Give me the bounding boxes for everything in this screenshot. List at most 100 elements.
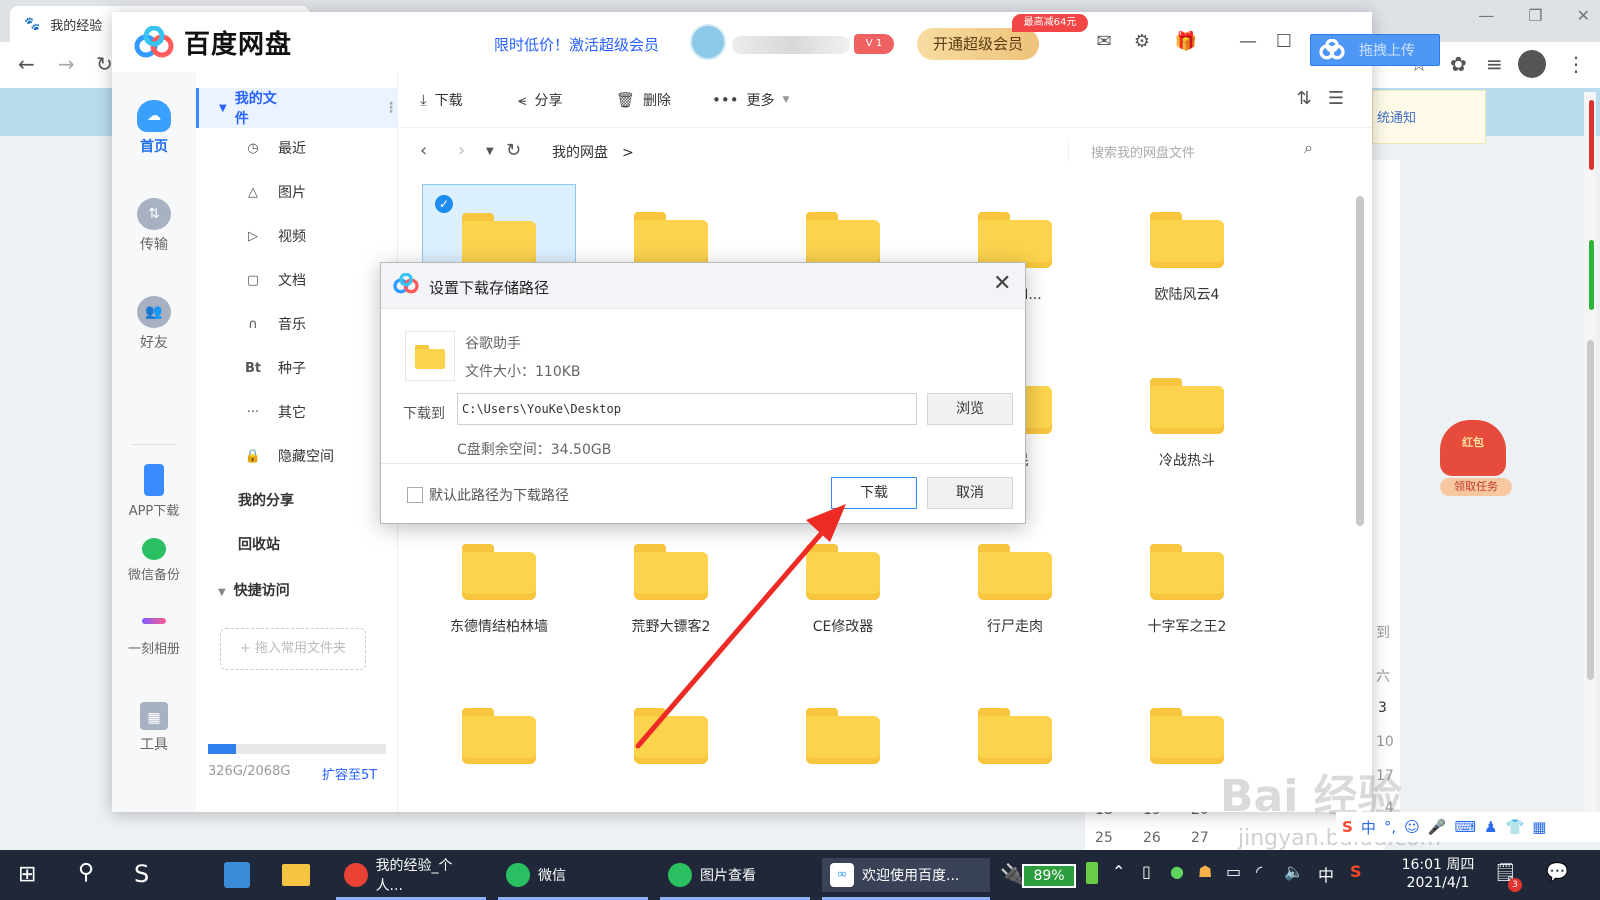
minimize-icon[interactable]: — xyxy=(1478,6,1494,25)
calendar-day[interactable]: 10 xyxy=(1376,734,1394,750)
sort-icon[interactable]: ⇅ xyxy=(1297,88,1312,109)
task-baidu-netdisk[interactable]: ∞ 欢迎使用百度... xyxy=(822,858,990,892)
forward-icon[interactable]: › xyxy=(458,140,465,161)
username-blurred[interactable] xyxy=(732,36,850,54)
open-super-vip-button[interactable]: 开通超级会员 xyxy=(917,28,1039,60)
rail-wechat-backup[interactable]: 微信备份 xyxy=(112,538,196,583)
profile-icon[interactable] xyxy=(1518,50,1546,78)
sidebar-item-video[interactable]: ▷ 视频 xyxy=(244,226,306,246)
microphone-icon[interactable]: 🎤 xyxy=(1428,818,1447,836)
refresh-icon[interactable]: ↻ xyxy=(506,140,521,161)
minimize-icon[interactable]: — xyxy=(1236,30,1260,54)
sidebar-item-recycle-bin[interactable]: 回收站 xyxy=(238,534,280,554)
playlist-icon[interactable]: ≡ xyxy=(1486,52,1503,76)
share-button[interactable]: ⪪ 分享 xyxy=(518,90,562,110)
sidebar-item-recent[interactable]: ◷ 最近 xyxy=(244,138,306,158)
folder-item[interactable]: 行尸走肉 xyxy=(938,516,1092,636)
cancel-button[interactable]: 取消 xyxy=(927,477,1013,509)
red-packet-action[interactable]: 领取任务 xyxy=(1440,478,1512,496)
breadcrumb-root[interactable]: 我的网盘 xyxy=(552,145,608,161)
sidebar-item-hidden-space[interactable]: 🔒 隐藏空间 xyxy=(244,446,334,466)
mail-icon[interactable]: ✉ xyxy=(1092,30,1116,54)
page-scrollbar-thumb[interactable] xyxy=(1587,340,1594,680)
rail-album[interactable]: 一刻相册 xyxy=(112,618,196,657)
task-chrome[interactable]: 我的经验_个人... xyxy=(336,858,486,894)
calendar-day[interactable]: 25 xyxy=(1095,830,1113,846)
folder-item[interactable]: 欧陆风云4 xyxy=(1110,184,1264,304)
emoji-icon[interactable]: ☺ xyxy=(1404,818,1420,836)
folder-item[interactable] xyxy=(766,680,920,800)
calendar-day[interactable]: 27 xyxy=(1191,830,1209,846)
tray-app-icon[interactable]: ● xyxy=(1170,862,1184,881)
folder-item[interactable] xyxy=(594,680,748,800)
punctuation-icon[interactable]: °, xyxy=(1384,818,1396,836)
rail-home[interactable]: ☁ 首页 xyxy=(112,100,196,156)
usb-icon[interactable]: ▯ xyxy=(1142,862,1151,881)
file-explorer-icon[interactable] xyxy=(282,864,310,886)
volume-muted-icon[interactable]: 🔈 xyxy=(1284,862,1304,881)
store-icon[interactable] xyxy=(224,862,250,888)
chevron-up-icon[interactable]: ⌃ xyxy=(1112,862,1125,881)
tray-person-icon[interactable]: ☗ xyxy=(1198,862,1212,881)
rail-app-download[interactable]: APP下载 xyxy=(112,464,196,519)
search-icon[interactable]: ⚲ xyxy=(78,860,94,885)
sogou-tray-icon[interactable]: S xyxy=(1350,862,1362,881)
ime-mode[interactable]: 中 xyxy=(1361,817,1376,838)
restore-icon[interactable]: ❐ xyxy=(1528,6,1542,25)
calendar-day[interactable]: 26 xyxy=(1143,830,1161,846)
sidebar-item-images[interactable]: △ 图片 xyxy=(244,182,306,202)
task-wechat[interactable]: 微信 xyxy=(498,858,648,892)
default-path-label[interactable]: 默认此路径为下载路径 xyxy=(429,485,569,505)
more-button[interactable]: ••• 更多 ▼ xyxy=(712,90,789,110)
search-input[interactable]: 搜索我的网盘文件 xyxy=(1068,142,1308,161)
battery-tray-icon[interactable]: ▭ xyxy=(1226,862,1241,881)
sidebar-item-my-files[interactable]: ▼ 我的文件 ⋮ xyxy=(196,88,398,128)
rail-friends[interactable]: 👥 好友 xyxy=(112,296,196,352)
red-packet-widget[interactable]: 红包 领取任务 xyxy=(1440,420,1512,500)
folder-item[interactable]: 冷战热斗 xyxy=(1110,350,1264,470)
drag-upload-button[interactable]: 拖拽上传 xyxy=(1310,34,1440,66)
sidebar-item-other[interactable]: ··· 其它 xyxy=(244,402,306,422)
extension-icon[interactable]: ✿ xyxy=(1450,52,1467,76)
back-icon[interactable]: ← xyxy=(18,52,35,76)
confirm-download-button[interactable]: 下载 xyxy=(831,477,917,509)
skin-icon[interactable]: 👕 xyxy=(1506,818,1525,836)
search-icon[interactable]: ⌕ xyxy=(1304,138,1313,158)
close-icon[interactable]: ✕ xyxy=(993,271,1011,296)
folder-item[interactable]: CE修改器 xyxy=(766,516,920,636)
wifi-icon[interactable]: ◜ xyxy=(1256,862,1262,881)
task-image-viewer[interactable]: 图片查看 xyxy=(660,858,810,892)
maximize-icon[interactable]: ☐ xyxy=(1272,30,1296,54)
windows-start-icon[interactable]: ⊞ xyxy=(18,862,36,887)
folder-item[interactable]: 东德情结柏林墙 xyxy=(422,516,576,636)
avatar[interactable] xyxy=(690,24,726,60)
sidebar-item-my-share[interactable]: 我的分享 xyxy=(238,490,294,510)
folder-item[interactable] xyxy=(422,680,576,800)
calendar-day[interactable]: 3 xyxy=(1378,700,1387,716)
browse-button[interactable]: 浏览 xyxy=(927,393,1013,425)
menu-icon[interactable]: ⋮ xyxy=(1566,52,1586,76)
list-view-icon[interactable]: ☰ xyxy=(1328,88,1344,109)
notice-card[interactable]: 统通知 xyxy=(1372,90,1486,144)
user-icon[interactable]: ♟ xyxy=(1484,818,1497,836)
back-icon[interactable]: ‹ xyxy=(420,140,427,161)
ime-indicator[interactable]: 中 xyxy=(1318,862,1334,886)
action-center-icon[interactable]: 💬 xyxy=(1546,862,1568,883)
clock[interactable]: 16:01 周四 2021/4/1 xyxy=(1398,856,1478,892)
promo-link[interactable]: 限时低价！激活超级会员 xyxy=(494,34,659,55)
sidebar-item-docs[interactable]: ▢ 文档 xyxy=(244,270,306,290)
apps-grid-icon[interactable]: ▦ xyxy=(1532,818,1546,836)
expand-storage-link[interactable]: 扩容至5T xyxy=(322,764,377,783)
forward-icon[interactable]: → xyxy=(58,52,75,76)
download-button[interactable]: ⤓ 下载 xyxy=(420,90,463,110)
sidebar-item-music[interactable]: ∩ 音乐 xyxy=(244,314,306,334)
battery-indicator[interactable]: 89% xyxy=(1022,864,1076,888)
download-path-field[interactable] xyxy=(457,393,917,425)
sidebar-quick-access[interactable]: ▼ 快捷访问 xyxy=(218,580,290,600)
settings-gear-icon[interactable]: ⚙ xyxy=(1130,30,1154,54)
keyboard-icon[interactable]: ⌨ xyxy=(1454,818,1476,836)
file-list-scrollbar[interactable] xyxy=(1356,196,1364,526)
folder-item[interactable] xyxy=(938,680,1092,800)
gift-icon[interactable]: 🎁 xyxy=(1174,30,1198,54)
history-dropdown-icon[interactable]: ▼ xyxy=(486,146,494,157)
